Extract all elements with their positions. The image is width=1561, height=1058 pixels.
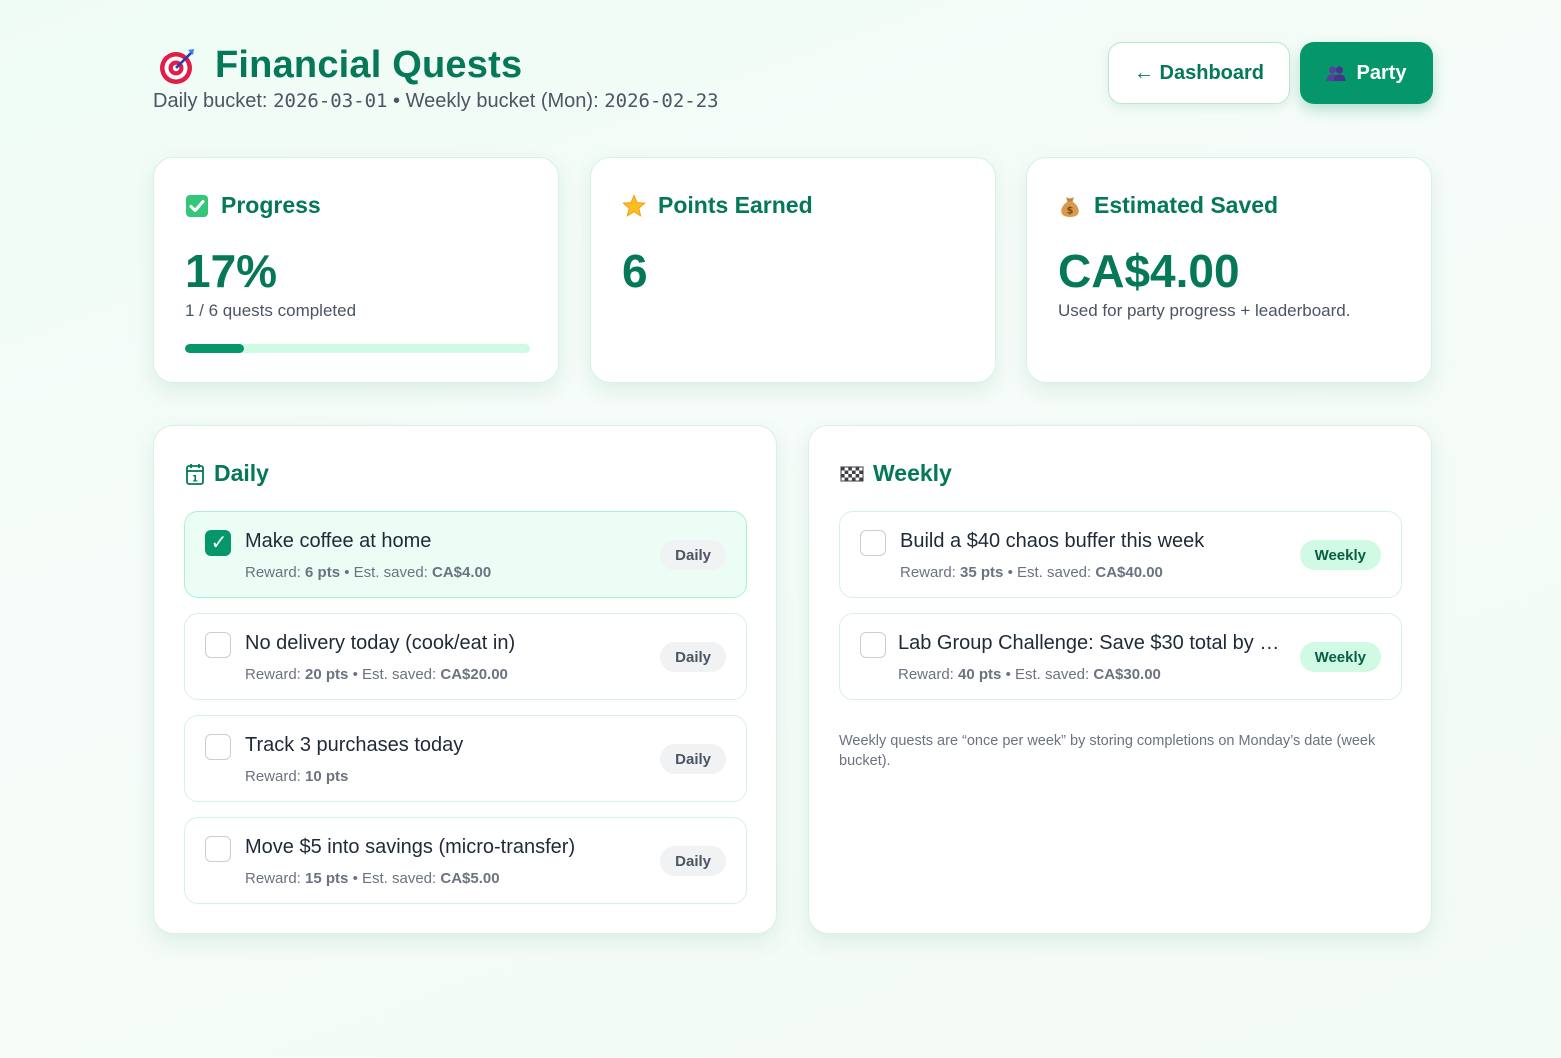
- daily-quest-item[interactable]: Make coffee at home Reward: 6 pts • Est.…: [184, 511, 747, 598]
- progress-subtext: 1 / 6 quests completed: [185, 301, 357, 320]
- daily-panel: 1 Daily Make coffee at home Reward: 6 pt…: [153, 425, 777, 934]
- quest-meta: Reward: 35 pts • Est. saved: CA$40.00: [900, 564, 1163, 581]
- saved-amount: CA$5.00: [440, 870, 500, 887]
- quest-title: Move $5 into savings (micro-transfer): [245, 836, 576, 858]
- points-card-header: Points Earned: [622, 192, 813, 219]
- svg-text:1: 1: [192, 474, 198, 484]
- quest-checkbox[interactable]: [860, 530, 886, 556]
- saved-card-header: $ Estimated Saved: [1058, 192, 1278, 219]
- quest-checkbox[interactable]: [205, 632, 231, 658]
- page-header: Financial Quests Daily bucket: 2026-03-0…: [153, 40, 1433, 120]
- checkered-flag-icon: [840, 463, 864, 485]
- subtitle-separator: •: [393, 90, 401, 112]
- quest-type-badge: Daily: [660, 540, 726, 570]
- daily-bucket-label: Daily bucket:: [153, 90, 268, 112]
- quest-meta: Reward: 20 pts • Est. saved: CA$20.00: [245, 666, 508, 683]
- reward-points: 6 pts: [305, 564, 341, 581]
- weekly-quest-item[interactable]: Lab Group Challenge: Save $30 total by ……: [839, 613, 1402, 700]
- reward-label: Reward:: [245, 666, 301, 683]
- party-button-label: Party: [1356, 61, 1407, 84]
- weekly-note: Weekly quests are “once per week” by sto…: [839, 733, 1376, 769]
- points-label: Points Earned: [658, 192, 813, 218]
- reward-points: 35 pts: [960, 564, 1004, 581]
- people-icon: [1326, 64, 1346, 82]
- target-icon: [157, 46, 197, 86]
- reward-points: 15 pts: [305, 870, 349, 887]
- quest-type-badge: Weekly: [1299, 540, 1381, 570]
- calendar-icon: 1: [185, 463, 205, 485]
- quest-type-badge: Daily: [660, 744, 726, 774]
- reward-points: 10 pts: [305, 768, 349, 785]
- quest-meta: Reward: 40 pts • Est. saved: CA$30.00: [898, 666, 1161, 683]
- weekly-quest-item[interactable]: Build a $40 chaos buffer this week Rewar…: [839, 511, 1402, 598]
- saved-label: • Est. saved:: [344, 564, 428, 581]
- quest-meta: Reward: 10 pts: [245, 768, 348, 785]
- daily-quest-item[interactable]: Track 3 purchases today Reward: 10 pts D…: [184, 715, 747, 802]
- saved-subtext: Used for party progress + leaderboard.: [1058, 301, 1351, 320]
- progress-card-header: Progress: [185, 192, 321, 219]
- reward-label: Reward:: [245, 768, 301, 785]
- progress-bar-fill: [185, 344, 244, 353]
- dashboard-button[interactable]: ← Dashboard: [1108, 42, 1290, 104]
- svg-text:$: $: [1067, 205, 1074, 216]
- quest-checkbox[interactable]: [860, 632, 886, 658]
- reward-label: Reward:: [900, 564, 956, 581]
- quest-meta: Reward: 15 pts • Est. saved: CA$5.00: [245, 870, 500, 887]
- quest-meta: Reward: 6 pts • Est. saved: CA$4.00: [245, 564, 491, 581]
- quest-title: Build a $40 chaos buffer this week: [900, 530, 1205, 552]
- party-button[interactable]: Party: [1300, 42, 1433, 104]
- weekly-panel: Weekly Build a $40 chaos buffer this wee…: [808, 425, 1432, 934]
- progress-label: Progress: [221, 192, 321, 218]
- quest-title: Make coffee at home: [245, 530, 432, 552]
- saved-amount: CA$4.00: [432, 564, 492, 581]
- daily-panel-header: 1 Daily: [185, 460, 269, 487]
- daily-title: Daily: [214, 460, 269, 486]
- points-card: Points Earned 6: [590, 157, 996, 383]
- saved-card: $ Estimated Saved CA$4.00 Used for party…: [1026, 157, 1432, 383]
- daily-bucket-date: 2026-03-01: [273, 90, 388, 112]
- weekly-bucket-label: Weekly bucket (Mon):: [405, 90, 599, 112]
- daily-quest-item[interactable]: No delivery today (cook/eat in) Reward: …: [184, 613, 747, 700]
- page-title: Financial Quests: [215, 44, 523, 86]
- reward-label: Reward:: [245, 870, 301, 887]
- title-row: Financial Quests: [157, 44, 522, 87]
- saved-label: Estimated Saved: [1094, 192, 1279, 218]
- saved-amount: CA$30.00: [1093, 666, 1161, 683]
- saved-label: • Est. saved:: [352, 666, 437, 683]
- progress-bar: [185, 344, 530, 353]
- bucket-subtitle: Daily bucket: 2026-03-01 • Weekly bucket…: [153, 90, 719, 113]
- quest-type-badge: Daily: [660, 642, 726, 672]
- saved-label: • Est. saved:: [1005, 666, 1090, 683]
- quest-checkbox[interactable]: [205, 836, 231, 862]
- quest-checkbox[interactable]: [205, 734, 231, 760]
- daily-quest-item[interactable]: Move $5 into savings (micro-transfer) Re…: [184, 817, 747, 904]
- weekly-bucket-date: 2026-02-23: [604, 90, 719, 112]
- quest-type-badge: Weekly: [1299, 642, 1381, 672]
- weekly-title: Weekly: [873, 460, 952, 486]
- reward-label: Reward:: [245, 564, 301, 581]
- money-bag-icon: $: [1058, 194, 1082, 218]
- progress-value: 17%: [185, 245, 278, 297]
- reward-label: Reward:: [898, 666, 954, 683]
- points-value: 6: [622, 245, 648, 297]
- check-box-icon: [185, 194, 209, 218]
- saved-label: • Est. saved:: [352, 870, 437, 887]
- reward-points: 20 pts: [305, 666, 349, 683]
- dashboard-button-label: ← Dashboard: [1133, 61, 1265, 84]
- star-icon: [622, 193, 646, 218]
- progress-card: Progress 17% 1 / 6 quests completed: [153, 157, 559, 383]
- saved-amount: CA$40.00: [1095, 564, 1163, 581]
- quest-title: Lab Group Challenge: Save $30 total by …: [898, 632, 1280, 654]
- quest-title: No delivery today (cook/eat in): [245, 632, 516, 654]
- reward-points: 40 pts: [958, 666, 1002, 683]
- saved-amount: CA$20.00: [440, 666, 508, 683]
- saved-label: • Est. saved:: [1007, 564, 1092, 581]
- quest-type-badge: Daily: [660, 846, 726, 876]
- quest-title: Track 3 purchases today: [245, 734, 464, 756]
- saved-value: CA$4.00: [1058, 245, 1240, 297]
- weekly-panel-header: Weekly: [840, 460, 952, 487]
- quest-checkbox[interactable]: [205, 530, 232, 556]
